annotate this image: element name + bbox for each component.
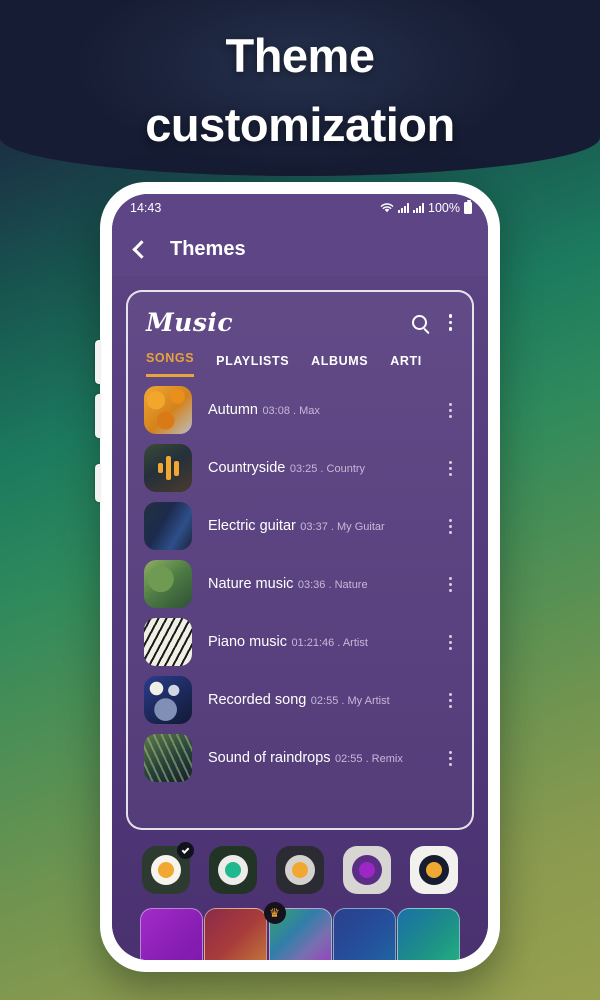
table-row[interactable]: Autumn 03:08 . Max <box>128 381 472 439</box>
song-info: Nature music 03:36 . Nature <box>208 575 443 593</box>
music-app-preview-card: Music SONGS PLAYLISTS ALBUMS ARTI Autumn… <box>126 290 474 830</box>
hero-banner: Theme customization <box>0 0 600 176</box>
song-info: Autumn 03:08 . Max <box>208 401 443 419</box>
swatch-outer-ring <box>151 855 181 885</box>
tab-albums[interactable]: ALBUMS <box>311 354 368 377</box>
phone-mockup: 14:43 100% Themes Music SONGS PLAYLISTS … <box>95 182 500 972</box>
song-subtitle: 02:55 . Remix <box>334 752 403 765</box>
album-art <box>144 734 192 782</box>
wifi-icon <box>380 203 394 213</box>
song-subtitle: 02:55 . My Artist <box>310 694 390 707</box>
table-row[interactable]: Nature music 03:36 . Nature <box>128 555 472 613</box>
status-bar: 14:43 100% <box>112 194 488 222</box>
app-bar: Themes <box>112 222 488 276</box>
preview-red-orange[interactable] <box>204 908 268 960</box>
swatch-dark-orange[interactable] <box>142 842 194 894</box>
swatch-inner-dot <box>225 862 241 878</box>
table-row[interactable]: Piano music 01:21:46 . Artist <box>128 613 472 671</box>
row-overflow-menu-icon[interactable] <box>443 399 458 422</box>
signal-bars-icon-2 <box>413 203 425 213</box>
album-art <box>144 560 192 608</box>
swatch-outer-ring <box>218 855 248 885</box>
status-bar-time: 14:43 <box>130 201 162 215</box>
back-chevron-icon[interactable] <box>132 239 151 259</box>
power-button[interactable] <box>95 464 101 502</box>
swatch-black-orange[interactable] <box>276 846 324 894</box>
song-title: Electric guitar <box>208 517 296 534</box>
app-bar-title: Themes <box>170 237 246 260</box>
overflow-menu-icon[interactable] <box>445 312 457 333</box>
music-logo: Music <box>146 308 234 337</box>
song-title: Recorded song <box>208 691 307 708</box>
volume-up-button[interactable] <box>95 340 101 384</box>
row-overflow-menu-icon[interactable] <box>443 689 458 712</box>
selected-check-icon <box>177 842 194 859</box>
preview-blue[interactable] <box>332 908 396 960</box>
theme-preview-row: ♛ <box>126 894 474 960</box>
themes-screen-body: Music SONGS PLAYLISTS ALBUMS ARTI Autumn… <box>112 276 488 960</box>
song-title: Sound of raindrops <box>208 749 331 766</box>
page-title: Theme customization <box>145 29 455 151</box>
song-info: Recorded song 02:55 . My Artist <box>208 691 443 709</box>
swatch-outer-ring <box>285 855 315 885</box>
song-subtitle: 01:21:46 . Artist <box>291 636 368 649</box>
album-art <box>144 618 192 666</box>
signal-bars-icon-1 <box>398 203 410 213</box>
preview-green-teal[interactable] <box>397 908 460 960</box>
song-subtitle: 03:25 . Country <box>289 462 366 475</box>
song-info: Electric guitar 03:37 . My Guitar <box>208 517 443 535</box>
battery-full-icon <box>464 200 472 214</box>
album-art <box>144 502 192 550</box>
song-subtitle: 03:37 . My Guitar <box>300 520 385 533</box>
song-info: Countryside 03:25 . Country <box>208 459 443 477</box>
swatch-inner-dot <box>158 862 174 878</box>
swatch-outer-ring <box>419 855 449 885</box>
swatch-inner-dot <box>359 862 375 878</box>
swatch-inner-dot <box>292 862 308 878</box>
preview-multicolor[interactable]: ♛ <box>263 902 332 960</box>
row-overflow-menu-icon[interactable] <box>443 631 458 654</box>
row-overflow-menu-icon[interactable] <box>443 747 458 770</box>
music-app-header: Music <box>128 292 472 341</box>
tab-songs[interactable]: SONGS <box>146 351 195 377</box>
song-title: Autumn <box>208 401 258 418</box>
album-art <box>144 386 192 434</box>
song-subtitle: 03:36 . Nature <box>297 578 368 591</box>
preview-purple[interactable] <box>140 908 203 960</box>
song-title: Countryside <box>208 459 286 476</box>
now-playing-equalizer-icon <box>144 444 192 492</box>
tab-artists[interactable]: ARTI <box>390 354 422 377</box>
music-tab-bar: SONGS PLAYLISTS ALBUMS ARTI <box>128 341 472 377</box>
swatch-outer-ring <box>352 855 382 885</box>
swatch-light-purple[interactable] <box>343 846 391 894</box>
song-subtitle: 03:08 . Max <box>262 404 320 417</box>
theme-swatch-row <box>126 830 474 894</box>
swatch-dark-teal[interactable] <box>209 846 257 894</box>
song-list: Autumn 03:08 . Max Countryside 03:25 . C… <box>128 377 472 787</box>
album-art <box>144 444 192 492</box>
phone-screen: 14:43 100% Themes Music SONGS PLAYLISTS … <box>112 194 488 960</box>
row-overflow-menu-icon[interactable] <box>443 515 458 538</box>
status-bar-indicators: 100% <box>380 200 472 215</box>
song-title: Piano music <box>208 633 287 650</box>
table-row[interactable]: Recorded song 02:55 . My Artist <box>128 671 472 729</box>
row-overflow-menu-icon[interactable] <box>443 573 458 596</box>
volume-down-button[interactable] <box>95 394 101 438</box>
crown-premium-icon: ♛ <box>263 902 286 924</box>
music-header-actions <box>411 312 457 333</box>
swatch-white-orange[interactable] <box>410 846 458 894</box>
table-row[interactable]: Countryside 03:25 . Country <box>128 439 472 497</box>
song-title: Nature music <box>208 575 294 592</box>
tab-playlists[interactable]: PLAYLISTS <box>216 354 289 377</box>
song-info: Sound of raindrops 02:55 . Remix <box>208 749 443 767</box>
song-info: Piano music 01:21:46 . Artist <box>208 633 443 651</box>
swatch-inner-dot <box>426 862 442 878</box>
table-row[interactable]: Sound of raindrops 02:55 . Remix <box>128 729 472 787</box>
table-row[interactable]: Electric guitar 03:37 . My Guitar <box>128 497 472 555</box>
battery-percent-label: 100% <box>428 201 460 215</box>
search-icon[interactable] <box>411 315 427 330</box>
row-overflow-menu-icon[interactable] <box>443 457 458 480</box>
album-art <box>144 676 192 724</box>
